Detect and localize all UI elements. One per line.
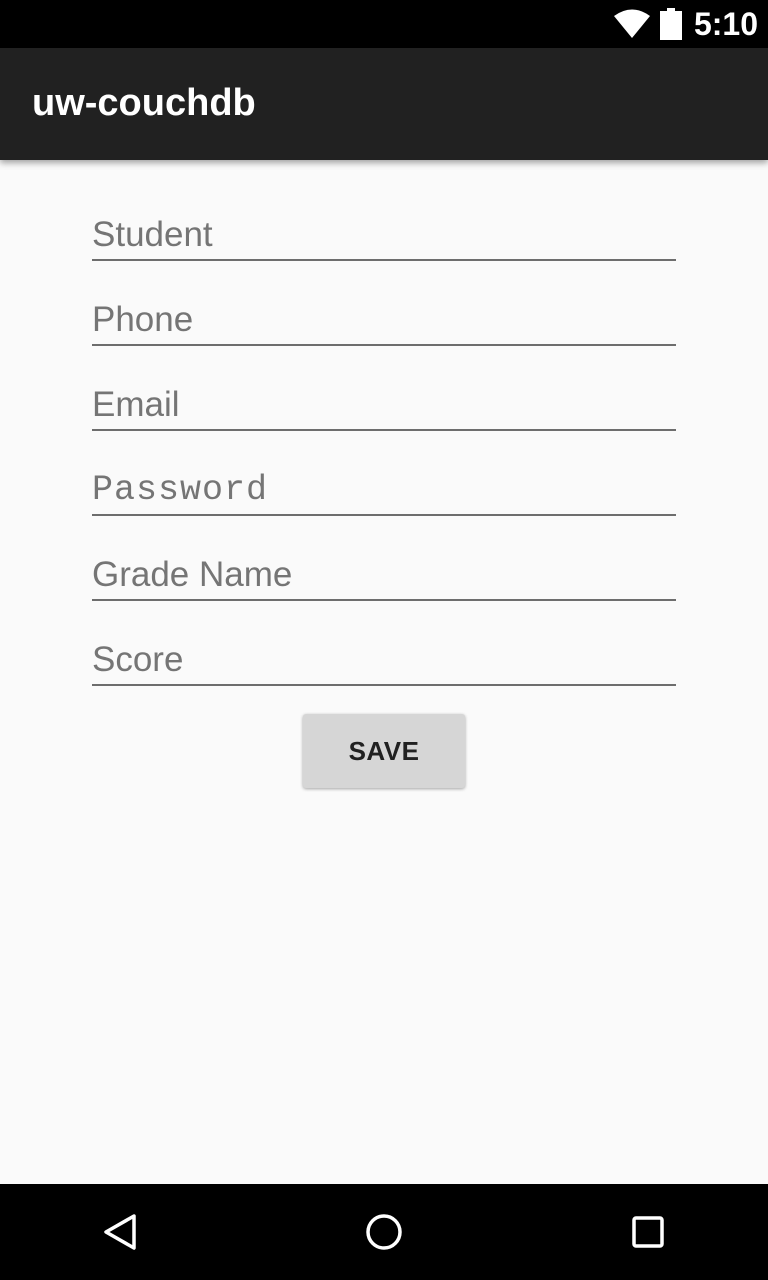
grade-name-input[interactable]: [92, 550, 676, 600]
student-field: [92, 200, 676, 285]
phone-field: [92, 285, 676, 370]
email-underline: [92, 429, 676, 431]
phone-input[interactable]: [92, 295, 676, 345]
home-icon: [366, 1214, 402, 1250]
score-input[interactable]: [92, 635, 676, 685]
navigation-bar: [0, 1184, 768, 1280]
password-input[interactable]: [92, 465, 676, 515]
student-underline: [92, 259, 676, 261]
email-field: [92, 370, 676, 455]
student-form: [92, 200, 676, 710]
wifi-icon: [613, 9, 650, 38]
app-bar: uw-couchdb: [0, 48, 768, 160]
app-title: uw-couchdb: [32, 82, 256, 124]
status-icons: 5:10: [613, 0, 758, 48]
grade-name-underline: [92, 599, 676, 601]
password-field: [92, 455, 676, 540]
back-icon: [104, 1214, 136, 1250]
grade-name-field: [92, 540, 676, 625]
password-underline: [92, 514, 676, 516]
recents-icon: [632, 1216, 664, 1248]
score-field: [92, 625, 676, 710]
battery-icon: [659, 8, 682, 40]
recents-button[interactable]: [588, 1184, 708, 1280]
save-button[interactable]: SAVE: [303, 714, 465, 788]
phone-underline: [92, 344, 676, 346]
student-input[interactable]: [92, 210, 676, 260]
home-button[interactable]: [324, 1184, 444, 1280]
score-underline: [92, 684, 676, 686]
email-input[interactable]: [92, 380, 676, 430]
status-clock: 5:10: [693, 5, 758, 42]
back-button[interactable]: [60, 1184, 180, 1280]
status-bar: 5:10: [0, 0, 768, 48]
